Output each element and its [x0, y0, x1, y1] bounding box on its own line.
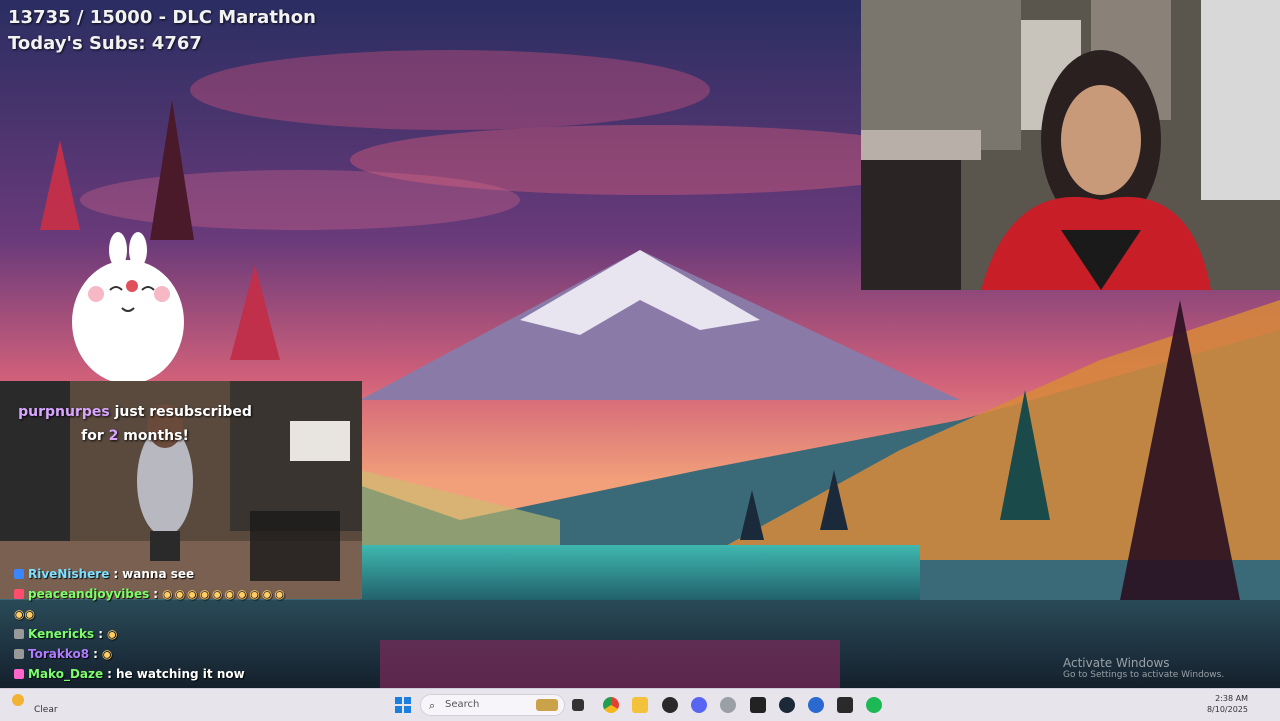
search-icon: ⌕ — [429, 699, 436, 712]
chat-message: Kenericks: ◉ — [14, 624, 354, 644]
watermark-line2: Go to Settings to activate Windows. — [1063, 670, 1225, 680]
weather-widget[interactable]: Clear — [12, 694, 58, 715]
webcam-feed — [861, 0, 1280, 290]
alert-text-post: months! — [118, 428, 189, 444]
resub-alert: purpnurpes just resubscribed for 2 month… — [0, 400, 270, 448]
alert-text-pre: for — [81, 428, 109, 444]
system-clock[interactable]: 2:38 AM 8/10/2025 — [1207, 693, 1248, 715]
chat-username: RiveNishere — [28, 567, 110, 581]
chat-message: RiveNishere: wanna see — [14, 564, 354, 584]
chat-text: wanna see — [122, 567, 195, 581]
chat-message: ◉◉ — [14, 604, 354, 624]
game-controller-icon[interactable] — [750, 697, 766, 713]
alert-text-line1: just resubscribed — [109, 404, 252, 420]
chat-message: Torakko8: ◉ — [14, 644, 354, 664]
chat-username: Torakko8 — [28, 647, 90, 661]
chat-message: peaceandjoyvibes: ◉◉◉◉◉◉◉◉◉◉ — [14, 584, 354, 604]
discord-icon[interactable] — [691, 697, 707, 713]
emote-icon: ◉ — [101, 647, 113, 661]
spotify-icon[interactable] — [866, 697, 882, 713]
emote-icon: ◉◉ — [14, 607, 35, 621]
clock-date: 8/10/2025 — [1206, 705, 1248, 714]
obs-icon[interactable] — [662, 697, 678, 713]
clock-time: 2:38 AM — [1215, 694, 1248, 703]
emote-row: ◉◉◉◉◉◉◉◉◉◉ — [162, 587, 287, 601]
windows-start-icon[interactable] — [395, 697, 411, 713]
search-highlight-icon — [536, 699, 558, 711]
chat-text: he watching it now — [115, 667, 245, 681]
sub-goal-text: 13735 / 15000 - DLC Marathon — [8, 7, 316, 28]
chat-message: Mako_Daze: he watching it now — [14, 664, 354, 684]
chat-username: peaceandjoyvibes — [28, 587, 150, 601]
chat-username: Kenericks — [28, 627, 95, 641]
alert-months: 2 — [108, 428, 119, 444]
today-subs-text: Today's Subs: 4767 — [8, 33, 202, 54]
steam-icon[interactable] — [779, 697, 795, 713]
taskbar-search-input[interactable]: ⌕ Search — [420, 694, 565, 716]
chat-username: Mako_Daze — [28, 667, 104, 681]
badge-icon — [14, 649, 24, 659]
activate-windows-watermark: Activate Windows Go to Settings to activ… — [1063, 656, 1224, 680]
app-icon[interactable] — [720, 697, 736, 713]
chat-overlay: RiveNishere: wanna see peaceandjoyvibes:… — [14, 564, 354, 704]
task-view-icon[interactable] — [572, 699, 584, 711]
weather-sun-icon — [12, 694, 24, 706]
badge-icon — [14, 629, 24, 639]
heart-badge-icon — [14, 589, 24, 599]
heart-badge-icon — [14, 669, 24, 679]
bunny-sticker — [70, 232, 190, 387]
search-placeholder: Search — [445, 699, 480, 710]
chrome-icon[interactable] — [603, 697, 619, 713]
weather-label: Clear — [34, 705, 58, 715]
emote-icon: ◉ — [107, 627, 118, 641]
epic-games-icon[interactable] — [837, 697, 853, 713]
alert-username: purpnurpes — [18, 404, 110, 420]
app-icon[interactable] — [808, 697, 824, 713]
file-explorer-icon[interactable] — [632, 697, 648, 713]
windows-taskbar: Clear ⌕ Search 2:38 AM 8/10/2025 — [0, 688, 1280, 721]
badge-icon — [14, 569, 24, 579]
watermark-line1: Activate Windows — [1063, 656, 1170, 670]
